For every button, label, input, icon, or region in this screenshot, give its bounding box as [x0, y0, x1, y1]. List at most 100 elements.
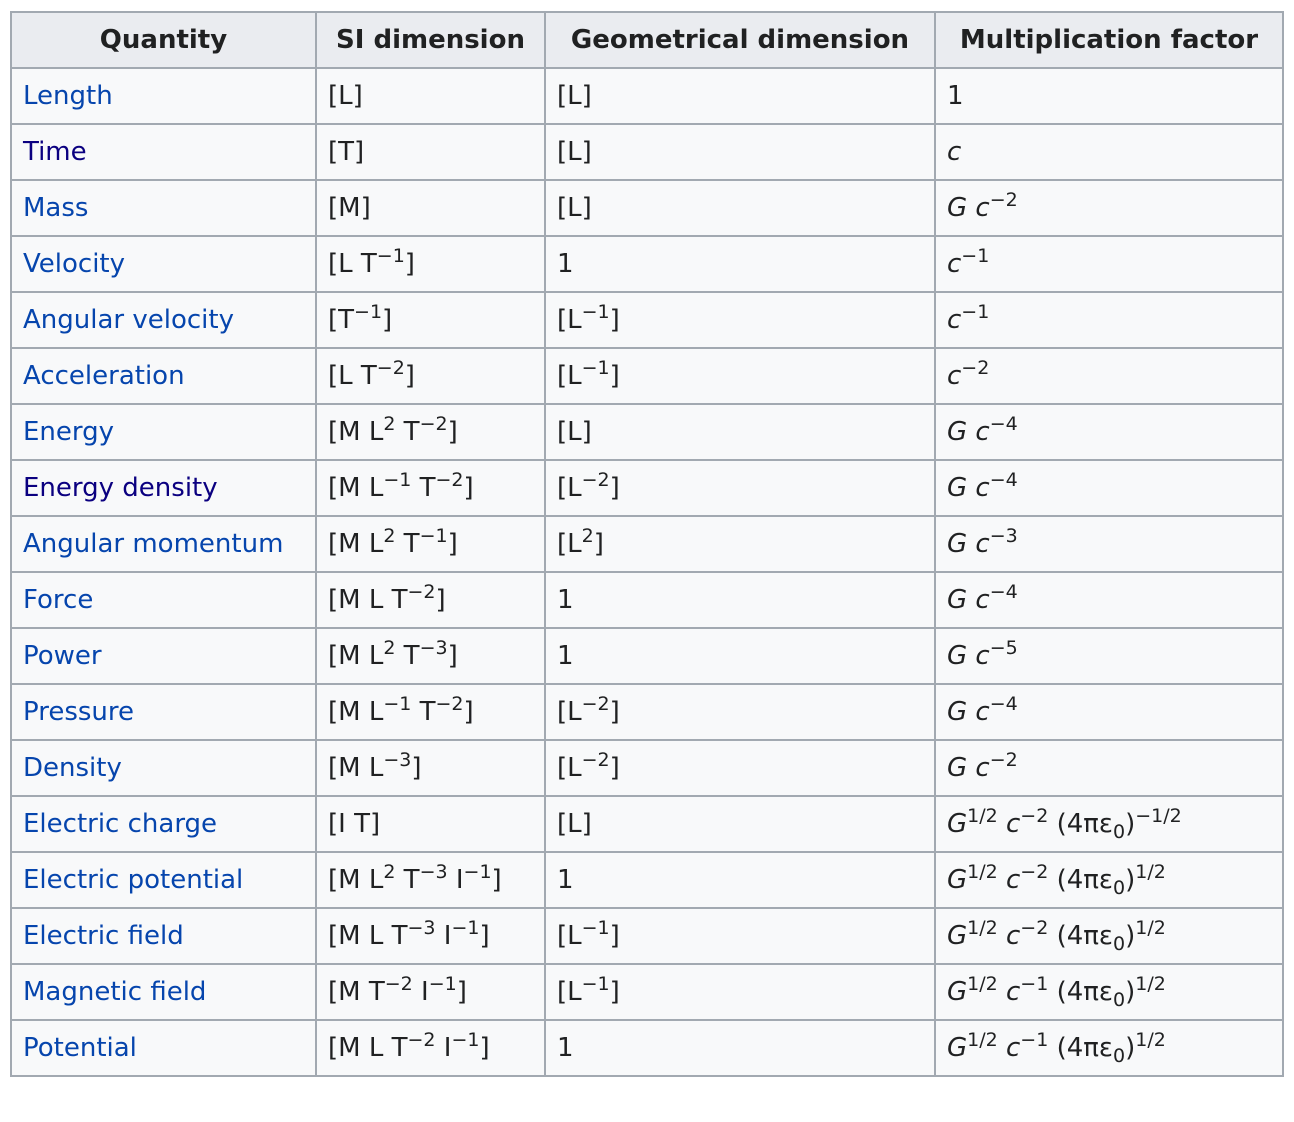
dimensions-table: Quantity SI dimension Geometrical dimens…: [10, 11, 1284, 1077]
header-si-dimension: SI dimension: [315, 11, 546, 69]
math-symbol: G: [947, 585, 968, 615]
quantity-link[interactable]: Mass: [23, 193, 88, 223]
math-symbol: G: [947, 697, 968, 727]
superscript: −1: [961, 244, 990, 267]
text-segment: ]: [463, 473, 474, 503]
quantity-link[interactable]: Energy density: [23, 473, 218, 503]
quantity-link[interactable]: Potential: [23, 1033, 137, 1063]
text-segment: [M L T: [328, 921, 408, 951]
table-row: Power [M L2 T−3] 1 G c−5: [10, 627, 1284, 685]
quantity-cell: Angular momentum: [10, 515, 317, 573]
text-segment: T: [411, 473, 436, 503]
superscript: −1: [463, 860, 492, 883]
text-segment: ): [1125, 921, 1136, 951]
superscript: 1/2: [967, 916, 998, 939]
si-dimension-cell: [I T]: [315, 795, 546, 853]
text-segment: ]: [609, 305, 620, 335]
header-multiplication-factor: Multiplication factor: [934, 11, 1284, 69]
superscript: −1: [581, 916, 610, 939]
superscript: −4: [989, 580, 1018, 603]
text-segment: [T]: [328, 137, 365, 167]
table-row: Time [T] [L] c: [10, 123, 1284, 181]
math-symbol: c: [1006, 1033, 1021, 1063]
header-geometrical-dimension: Geometrical dimension: [544, 11, 936, 69]
quantity-cell: Length: [10, 67, 317, 125]
quantity-link[interactable]: Electric charge: [23, 809, 217, 839]
multiplication-factor-cell: G c−4: [934, 403, 1284, 461]
superscript: −2: [376, 356, 405, 379]
table-row: Density [M L−3] [L−2] G c−2: [10, 739, 1284, 797]
superscript: −5: [989, 636, 1018, 659]
si-dimension-cell: [M L−1 T−2]: [315, 459, 546, 517]
text-segment: (4πε: [1048, 921, 1113, 951]
multiplication-factor-cell: G c−2: [934, 739, 1284, 797]
quantity-link[interactable]: Energy: [23, 417, 114, 447]
superscript: 2: [581, 524, 594, 547]
math-symbol: G: [947, 921, 968, 951]
text-segment: ]: [382, 305, 393, 335]
text-segment: (4πε: [1048, 977, 1113, 1007]
table-row: Energy [M L2 T−2] [L] G c−4: [10, 403, 1284, 461]
superscript: −2: [384, 972, 413, 995]
text-segment: [L: [557, 361, 582, 391]
superscript: 1/2: [967, 804, 998, 827]
multiplication-factor-cell: G1/2 c−1 (4πε0)1/2: [934, 963, 1284, 1021]
quantity-link[interactable]: Density: [23, 753, 122, 783]
si-dimension-cell: [M L−3]: [315, 739, 546, 797]
text-segment: [L: [557, 529, 582, 559]
quantity-link[interactable]: Angular momentum: [23, 529, 283, 559]
text-segment: ]: [447, 529, 458, 559]
text-segment: [L: [557, 473, 582, 503]
geometrical-dimension-cell: [L−1]: [544, 347, 936, 405]
quantity-link[interactable]: Length: [23, 81, 113, 111]
geometrical-dimension-cell: [L]: [544, 67, 936, 125]
text-segment: ]: [456, 977, 467, 1007]
text-segment: [I T]: [328, 809, 381, 839]
si-dimension-cell: [M]: [315, 179, 546, 237]
text-segment: [T: [328, 305, 355, 335]
superscript: −1: [581, 300, 610, 323]
geometrical-dimension-cell: [L]: [544, 403, 936, 461]
quantity-link[interactable]: Electric field: [23, 921, 184, 951]
superscript: −1: [451, 916, 480, 939]
quantity-cell: Power: [10, 627, 317, 685]
superscript: −2: [1020, 804, 1049, 827]
math-symbol: c: [975, 697, 990, 727]
table-row: Electric potential [M L2 T−3 I−1] 1 G1/2 c−…: [10, 851, 1284, 909]
quantity-link[interactable]: Electric potential: [23, 865, 243, 895]
geometrical-dimension-cell: [L−1]: [544, 963, 936, 1021]
quantity-link[interactable]: Magnetic field: [23, 977, 206, 1007]
text-segment: 1: [557, 249, 574, 279]
quantity-link[interactable]: Acceleration: [23, 361, 185, 391]
text-segment: [L: [557, 753, 582, 783]
quantity-cell: Magnetic field: [10, 963, 317, 1021]
text-segment: [L]: [557, 809, 592, 839]
header-quantity: Quantity: [10, 11, 317, 69]
multiplication-factor-cell: G c−5: [934, 627, 1284, 685]
geometrical-dimension-cell: [L]: [544, 123, 936, 181]
quantity-link[interactable]: Pressure: [23, 697, 134, 727]
quantity-link[interactable]: Force: [23, 585, 93, 615]
table-row: Angular momentum [M L2 T−1] [L2] G c−3: [10, 515, 1284, 573]
table-row: Angular velocity [T−1] [L−1] c−1: [10, 291, 1284, 349]
multiplication-factor-cell: G1/2 c−2 (4πε0)−1/2: [934, 795, 1284, 853]
quantity-link[interactable]: Angular velocity: [23, 305, 234, 335]
superscript: −2: [581, 748, 610, 771]
si-dimension-cell: [T−1]: [315, 291, 546, 349]
superscript: 1/2: [967, 860, 998, 883]
quantity-link[interactable]: Power: [23, 641, 102, 671]
text-segment: T: [395, 641, 420, 671]
subscript: 0: [1112, 876, 1126, 899]
text-segment: ]: [479, 1033, 490, 1063]
quantity-link[interactable]: Velocity: [23, 249, 125, 279]
quantity-link[interactable]: Time: [23, 137, 87, 167]
table-row: Energy density [M L−1 T−2] [L−2] G c−4: [10, 459, 1284, 517]
superscript: −1: [354, 300, 383, 323]
superscript: 1/2: [1135, 1028, 1166, 1051]
superscript: −3: [383, 748, 412, 771]
superscript: −2: [419, 412, 448, 435]
quantity-cell: Density: [10, 739, 317, 797]
multiplication-factor-cell: c−1: [934, 235, 1284, 293]
math-symbol: c: [975, 473, 990, 503]
quantity-cell: Acceleration: [10, 347, 317, 405]
